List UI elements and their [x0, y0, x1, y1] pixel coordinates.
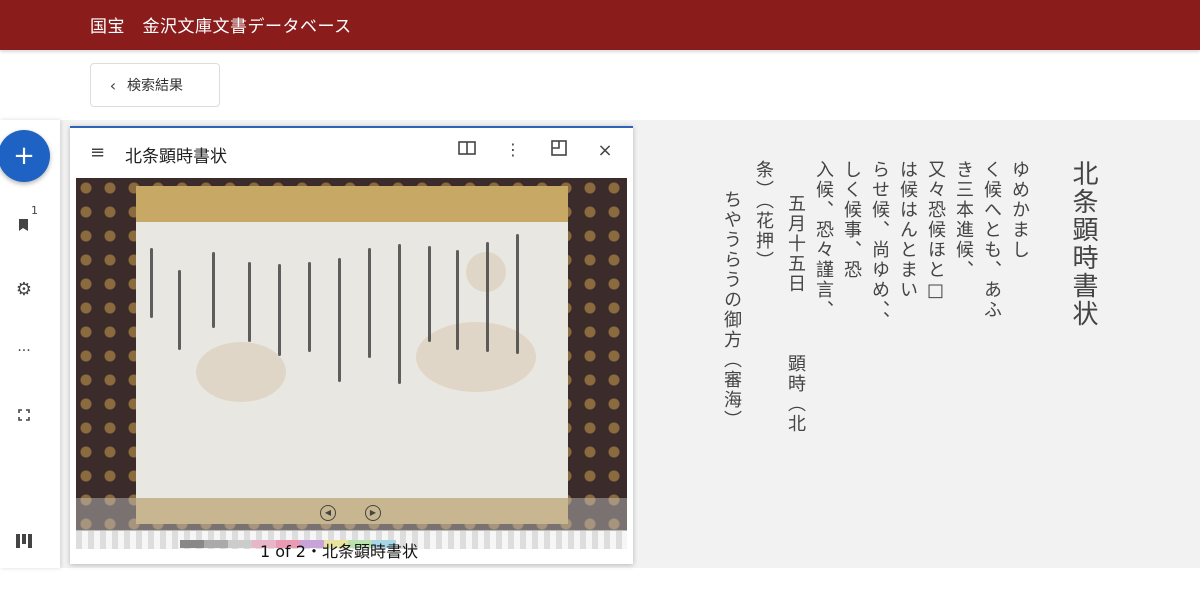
maximize-icon[interactable] [548, 140, 570, 162]
ink-stroke [308, 262, 311, 352]
ink-stroke [368, 248, 371, 358]
back-button-label: 検索結果 [127, 78, 183, 94]
viewer-title: 北条顕時書状 [125, 147, 227, 167]
workspace-panels-icon[interactable] [11, 528, 37, 554]
transcription-line: 条）（花押） [753, 160, 774, 271]
page-caption: 1 of 2・北条顕時書状 [260, 542, 418, 561]
previous-page-icon[interactable]: ◀ [320, 505, 336, 521]
app-title: 国宝 金沢文庫文書データベース [90, 17, 352, 37]
transcription-line: ゆめかまし [1009, 160, 1030, 260]
viewer-window: ≡ 北条顕時書状 ⋮ × ◀ ▶ 1 of 2・北条顕時書状 [70, 126, 633, 564]
ink-stroke [278, 264, 281, 356]
ink-stroke [516, 234, 519, 354]
ink-stroke [178, 270, 181, 350]
book-view-icon[interactable] [456, 140, 478, 162]
ink-stroke [428, 246, 431, 342]
transcription-line: は候はんとまい [897, 160, 918, 300]
left-rail: 1 ⚙ ··· [0, 120, 60, 568]
transcription-line: 五月十五日 顕時（北 [785, 194, 806, 434]
fullscreen-icon[interactable] [11, 402, 37, 428]
more-horizontal-icon[interactable]: ··· [11, 338, 37, 364]
manuscript-paper [136, 222, 568, 498]
settings-gear-icon[interactable]: ⚙ [11, 276, 37, 302]
ink-stroke [150, 248, 153, 318]
chevron-left-icon: ‹ [109, 75, 117, 95]
transcription-title: 北条顕時書状 [1068, 160, 1098, 328]
ink-stroke [212, 252, 215, 328]
transcription-line: しく候事、恐 [841, 160, 862, 280]
gold-border-top [136, 186, 568, 222]
app-header: 国宝 金沢文庫文書データベース [0, 0, 1200, 50]
bookmark-count-badge: 1 [31, 204, 38, 217]
paper-stain [196, 342, 286, 402]
viewer-titlebar: ≡ 北条顕時書状 ⋮ × [70, 128, 633, 176]
next-page-icon[interactable]: ▶ [365, 505, 381, 521]
ink-stroke [486, 242, 489, 352]
transcription-line: ちやうらうの御方（審海） [721, 190, 742, 430]
ink-stroke [456, 250, 459, 350]
close-icon[interactable]: × [594, 140, 616, 162]
menu-icon[interactable]: ≡ [90, 142, 105, 163]
back-to-results-button[interactable]: ‹ 検索結果 [90, 63, 220, 107]
document-image[interactable] [76, 178, 627, 548]
bookmarks-icon[interactable]: 1 [11, 204, 38, 238]
transcription-line: 又々恐候ほと□ [925, 160, 946, 303]
ink-stroke [398, 244, 401, 384]
transcription-line: く候へとも、あふ [981, 160, 1002, 320]
transcription-line: 入候、恐々謹言、 [813, 160, 834, 320]
more-vertical-icon[interactable]: ⋮ [502, 140, 524, 162]
transcription-line: き三本進候、 [953, 160, 974, 280]
add-resource-button[interactable]: + [0, 130, 50, 182]
transcription-line: らせ候、尚ゆめ、、 [869, 160, 890, 331]
ink-stroke [338, 258, 341, 382]
transcription-panel: 北条顕時書状 ゆめかまし く候へとも、あふ き三本進候、 又々恐候ほと□ は候は… [700, 160, 1120, 520]
ink-stroke [248, 262, 251, 342]
